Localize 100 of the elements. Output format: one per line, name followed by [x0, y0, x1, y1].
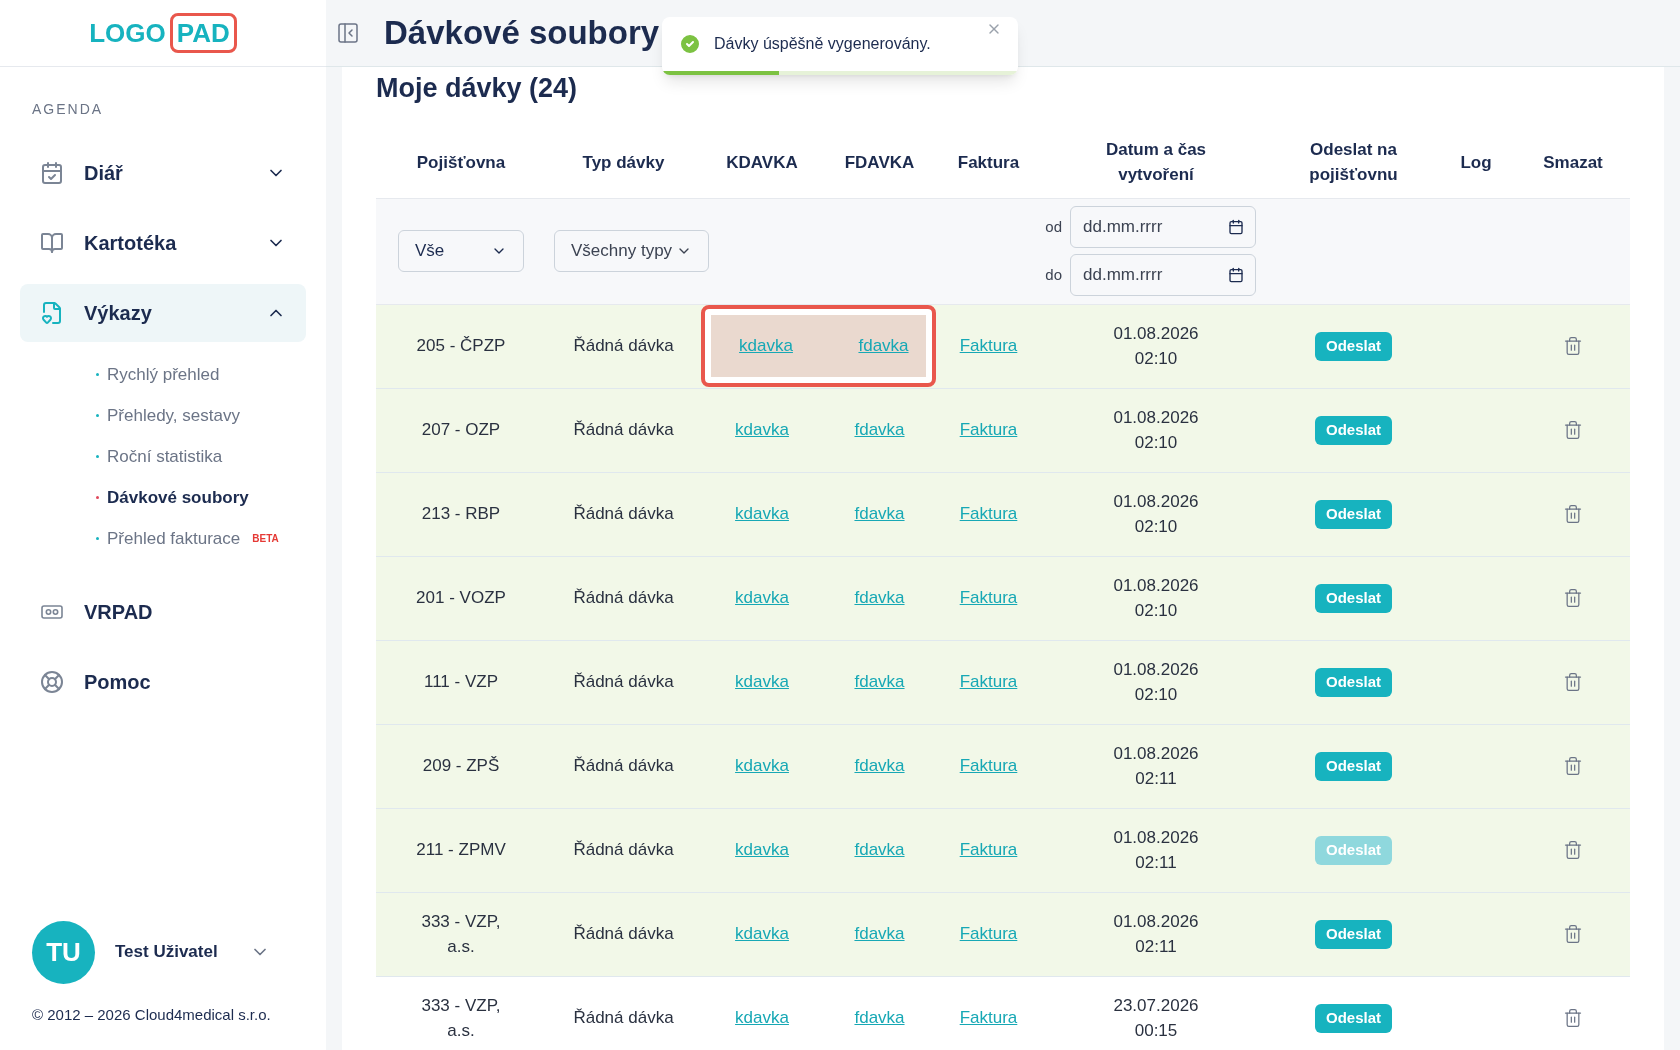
beta-label: BETA [252, 532, 279, 546]
copyright: © 2012 – 2026 Cloud4medical s.r.o. [31, 1004, 272, 1025]
kdavka-link[interactable]: kdavka [735, 585, 789, 611]
fdavka-link[interactable]: fdavka [854, 501, 905, 527]
send-button[interactable]: Odeslat [1315, 751, 1392, 781]
date-text: 01.08.2026 [1113, 323, 1199, 345]
date-label: od [1045, 216, 1062, 237]
success-icon [678, 32, 702, 56]
table-cell-text: 111 - VZP [423, 671, 499, 694]
user-menu[interactable]: TU Test Uživatel [20, 920, 306, 984]
kdavka-link[interactable]: kdavka [735, 837, 789, 863]
table-cell-text: Řádná dávka [572, 923, 675, 946]
delete-icon[interactable] [1563, 420, 1583, 440]
table-cell-text: 333 - VZP, a.s. [420, 910, 502, 958]
nav-item[interactable]: Diář [20, 144, 306, 202]
delete-icon[interactable] [1563, 1008, 1583, 1028]
calendar-icon[interactable] [1228, 219, 1244, 235]
invoice-link[interactable]: Faktura [959, 501, 1018, 527]
invoice-link[interactable]: Faktura [959, 837, 1018, 863]
delete-icon[interactable] [1563, 756, 1583, 776]
nav-item[interactable]: VRPAD [20, 583, 306, 641]
date-field[interactable]: dd.mm.rrrr [1070, 254, 1256, 296]
fdavka-link[interactable]: fdavka [854, 585, 905, 611]
date-text: 01.08.2026 [1113, 575, 1199, 597]
column-header: Faktura [957, 151, 1020, 174]
column-header: FDAVKA [844, 151, 915, 174]
kdavka-link[interactable]: kdavka [735, 501, 789, 527]
column-header: Datum a čas vytvoření [1104, 139, 1208, 186]
table-cell-text: Řádná dávka [572, 419, 675, 442]
invoice-link[interactable]: Faktura [959, 753, 1018, 779]
submenu-item[interactable]: Přehledy, sestavy [107, 402, 240, 429]
submenu-item[interactable]: Roční statistika [107, 443, 223, 470]
delete-icon[interactable] [1563, 504, 1583, 524]
fdavka-link[interactable]: fdavka [854, 669, 905, 695]
time-text: 00:15 [1134, 1020, 1178, 1042]
time-text: 02:11 [1135, 768, 1177, 790]
invoice-link[interactable]: Faktura [959, 669, 1018, 695]
delete-icon[interactable] [1563, 672, 1583, 692]
send-button[interactable]: Odeslat [1315, 1003, 1392, 1033]
kdavka-link[interactable]: kdavka [735, 1005, 789, 1031]
type-select[interactable]: Všechny typy [554, 230, 710, 272]
nav-icon [40, 161, 64, 185]
fdavka-link[interactable]: fdavka [854, 753, 905, 779]
table-cell-text: 333 - VZP, a.s. [420, 994, 502, 1042]
table-cell-text: Řádná dávka [572, 335, 675, 358]
time-text: 02:11 [1135, 936, 1177, 958]
delete-icon[interactable] [1563, 924, 1583, 944]
nav-item[interactable]: Pomoc [20, 653, 306, 711]
send-button[interactable]: Odeslat [1315, 499, 1392, 529]
send-button[interactable]: Odeslat [1315, 583, 1392, 613]
fdavka-link[interactable]: fdavka [854, 837, 905, 863]
nav-item[interactable]: Kartotéka [20, 214, 306, 272]
date-text: 01.08.2026 [1113, 911, 1199, 933]
send-button[interactable]: Odeslat [1315, 331, 1392, 361]
send-button[interactable]: Odeslat [1315, 919, 1392, 949]
insurer-select[interactable]: Vše [398, 230, 524, 272]
table-cell-text: Řádná dávka [572, 587, 675, 610]
kdavka-link[interactable]: kdavka [735, 921, 789, 947]
fdavka-link[interactable]: fdavka [854, 921, 905, 947]
kdavka-link[interactable]: kdavka [739, 333, 793, 359]
date-field[interactable]: dd.mm.rrrr [1070, 206, 1256, 248]
table-cell-text: Řádná dávka [572, 1007, 675, 1030]
invoice-link[interactable]: Faktura [959, 417, 1018, 443]
toast-message: Dávky úspěšně vygenerovány. [714, 34, 931, 54]
send-button[interactable]: Odeslat [1315, 667, 1392, 697]
fdavka-link[interactable]: fdavka [854, 1005, 905, 1031]
nav-icon [40, 231, 64, 255]
date-label: do [1045, 264, 1062, 285]
send-button[interactable]: Odeslat [1315, 415, 1392, 445]
nav-item[interactable]: Výkazy [20, 284, 306, 342]
delete-icon[interactable] [1563, 588, 1583, 608]
time-text: 02:10 [1134, 684, 1178, 706]
delete-icon[interactable] [1563, 840, 1583, 860]
invoice-link[interactable]: Faktura [959, 921, 1018, 947]
collapse-sidebar-icon[interactable] [336, 21, 360, 45]
time-text: 02:10 [1134, 432, 1178, 454]
invoice-link[interactable]: Faktura [959, 333, 1018, 359]
kdavka-link[interactable]: kdavka [735, 753, 789, 779]
calendar-icon[interactable] [1228, 267, 1244, 283]
date-text: 01.08.2026 [1113, 491, 1199, 513]
column-header: Smazat [1543, 151, 1603, 174]
nav-icon [40, 301, 64, 325]
section-label: AGENDA [31, 100, 105, 119]
avatar: TU [32, 920, 95, 984]
table-cell-text: Řádná dávka [572, 671, 675, 694]
kdavka-link[interactable]: kdavka [735, 417, 789, 443]
submenu-item[interactable]: Rychlý přehled [107, 361, 220, 388]
kdavka-link[interactable]: kdavka [735, 669, 789, 695]
submenu-item[interactable]: Dávkové soubory [107, 484, 249, 511]
column-header: Odeslat na pojišťovnu [1308, 139, 1399, 186]
page-title: Dávkové soubory [384, 13, 660, 54]
invoice-link[interactable]: Faktura [959, 585, 1018, 611]
date-text: 01.08.2026 [1113, 743, 1199, 765]
column-header: Typ dávky [582, 151, 665, 174]
time-text: 02:10 [1134, 600, 1178, 622]
delete-icon[interactable] [1563, 336, 1583, 356]
invoice-link[interactable]: Faktura [959, 1005, 1018, 1031]
fdavka-link[interactable]: fdavka [854, 417, 905, 443]
submenu-item[interactable]: Přehled fakturace [107, 525, 241, 552]
fdavka-link[interactable]: fdavka [858, 333, 909, 359]
